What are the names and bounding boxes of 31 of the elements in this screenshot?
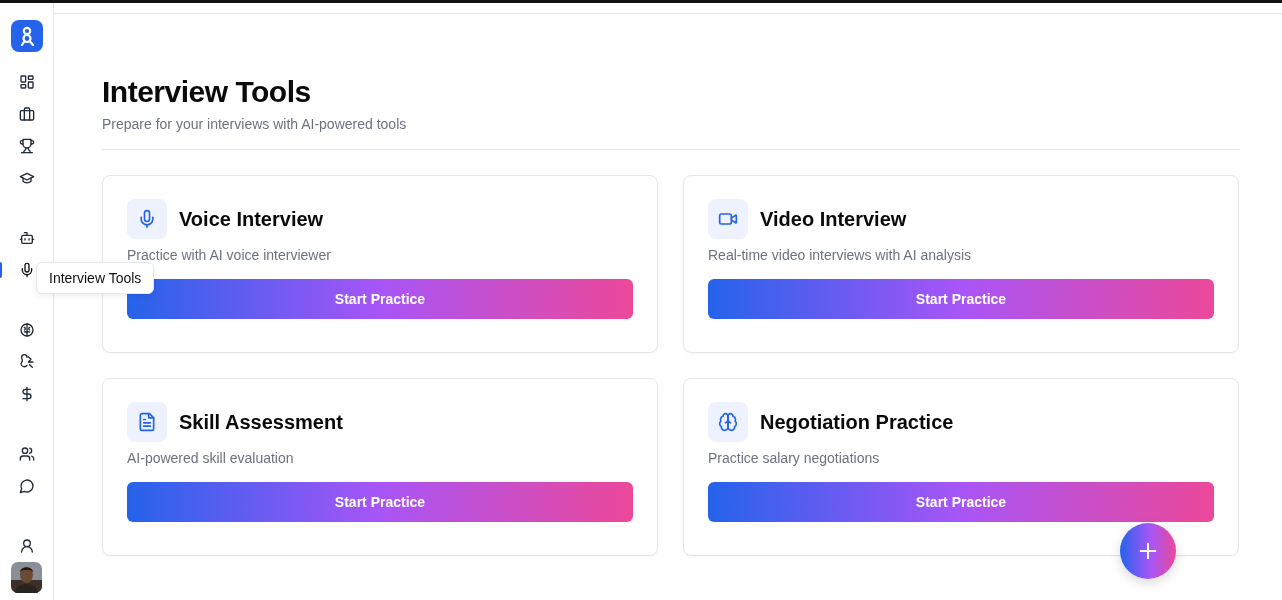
start-practice-button[interactable]: Start Practice	[127, 482, 633, 522]
robot-icon	[18, 230, 35, 246]
plus-icon	[1137, 540, 1159, 562]
card-title: Video Interview	[760, 207, 907, 231]
start-practice-button[interactable]: Start Practice	[708, 482, 1214, 522]
card-description: Real-time video interviews with AI analysis	[708, 247, 972, 263]
head-icon	[18, 354, 35, 370]
card-title: Voice Interview	[179, 207, 324, 231]
page-title: Interview Tools	[102, 74, 312, 110]
brain-icon	[18, 322, 35, 338]
card-description: Practice salary negotiations	[708, 450, 881, 466]
add-button[interactable]	[1120, 523, 1176, 579]
briefcase-icon	[18, 106, 35, 122]
page-subtitle: Prepare for your interviews with AI-powered tools	[102, 116, 408, 132]
card-title: Skill Assessment	[179, 410, 343, 434]
card-description: AI-powered skill evaluation	[127, 450, 295, 466]
video-camera-icon	[708, 199, 748, 239]
trophy-icon	[18, 138, 35, 154]
start-practice-button[interactable]: Start Practice	[708, 279, 1214, 319]
dashboard-icon	[18, 74, 35, 90]
users-icon	[18, 446, 35, 462]
card-title: Negotiation Practice	[760, 410, 954, 434]
graduation-cap-icon	[18, 170, 35, 186]
user-icon	[18, 538, 35, 554]
brain-icon	[708, 402, 748, 442]
document-icon	[127, 402, 167, 442]
logo-icon[interactable]	[10, 20, 43, 52]
microphone-icon	[127, 199, 167, 239]
chat-icon	[18, 478, 35, 494]
card-description: Practice with AI voice interviewer	[127, 247, 332, 263]
tooltip: Interview Tools	[36, 262, 155, 294]
